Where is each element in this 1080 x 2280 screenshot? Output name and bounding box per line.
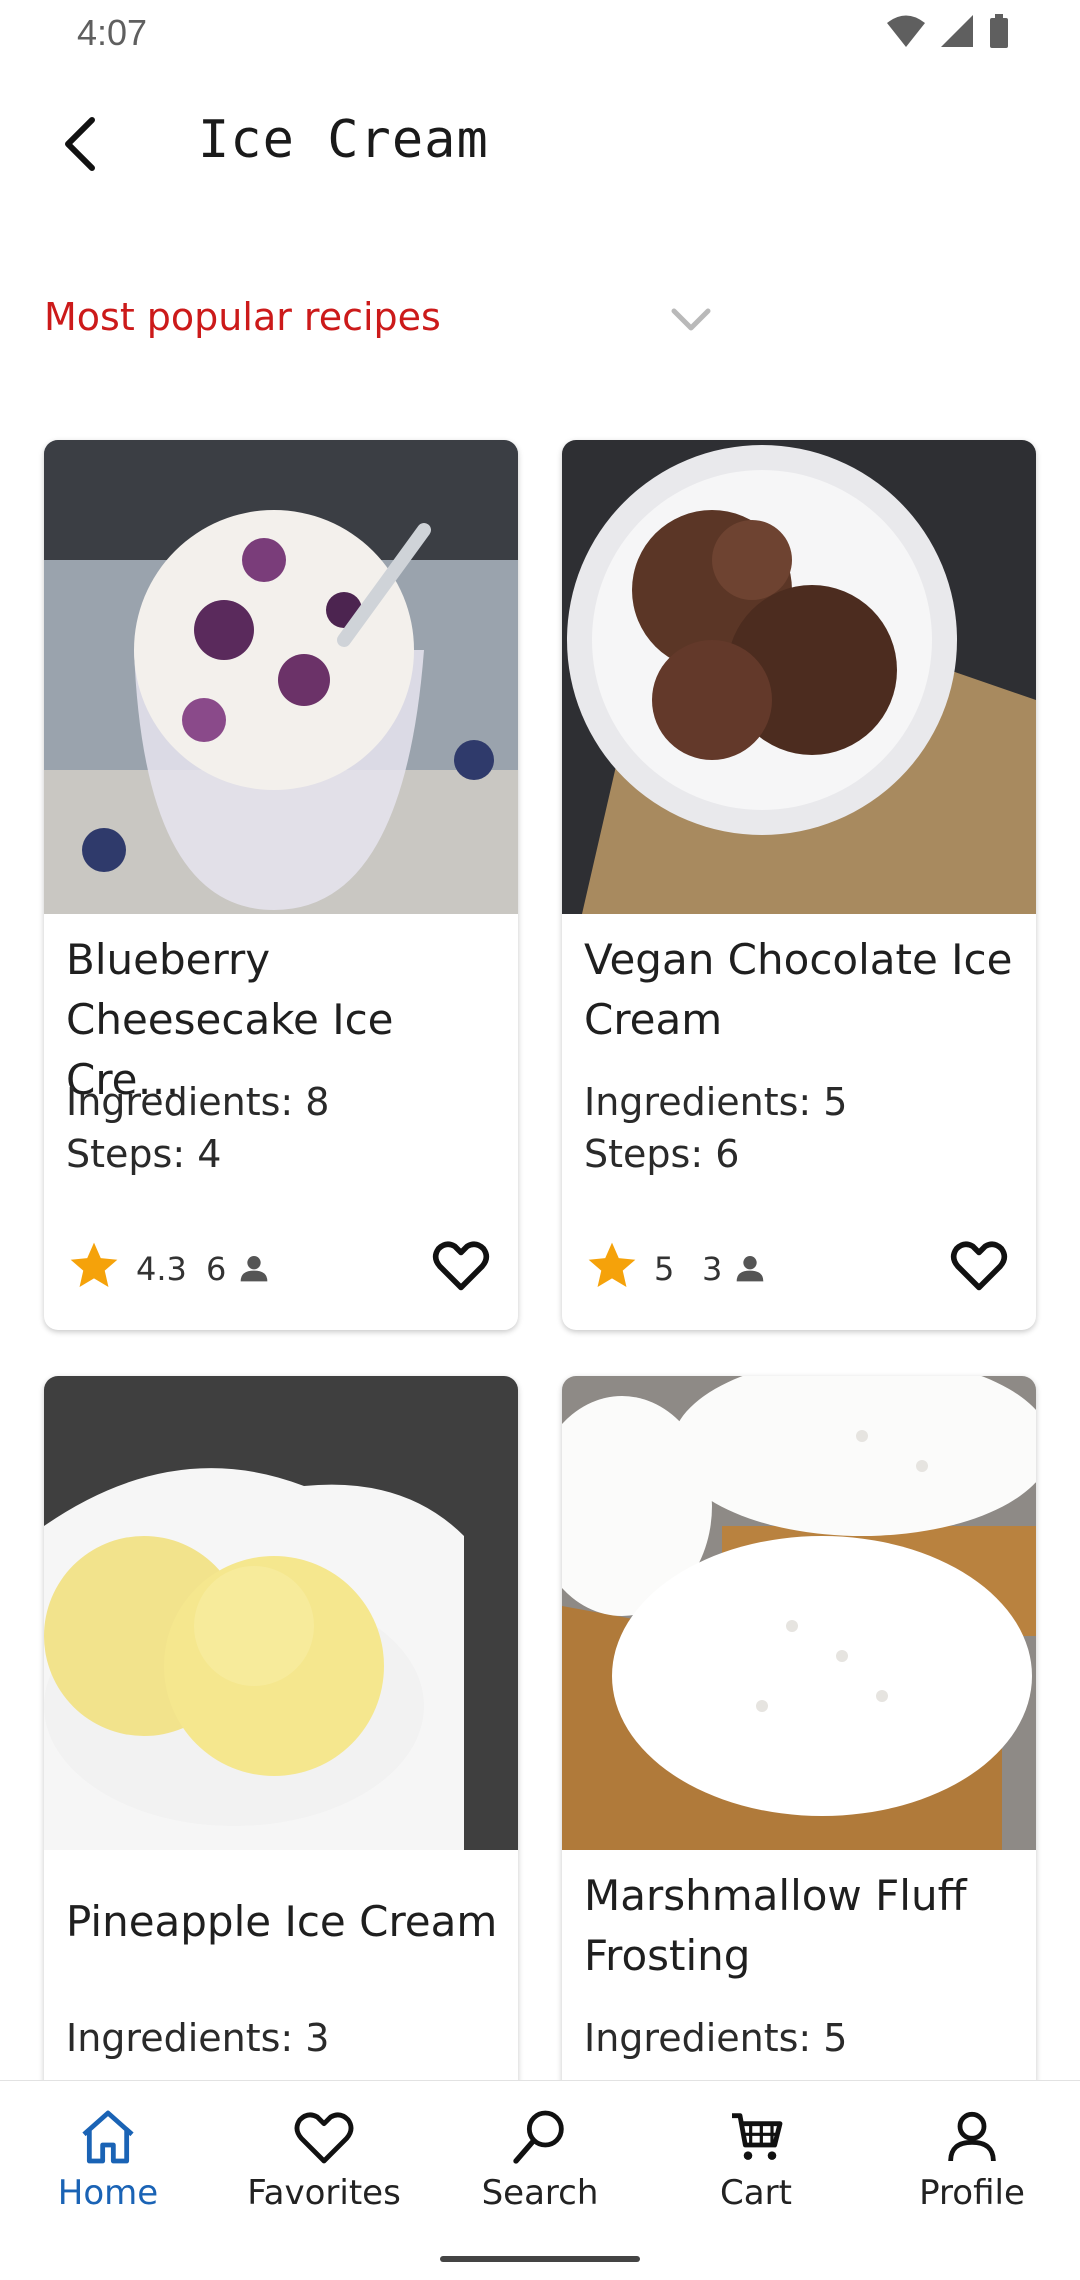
recipe-title: Pineapple Ice Cream bbox=[66, 1897, 498, 1946]
recipe-steps: Steps: 6 bbox=[584, 1132, 740, 1176]
nav-label: Favorites bbox=[247, 2173, 401, 2213]
person-icon bbox=[736, 1256, 764, 1282]
star-icon bbox=[588, 1242, 636, 1287]
recipe-image-marshmallow bbox=[562, 1376, 1036, 1850]
recipe-card[interactable]: Pineapple Ice Cream Ingredients: 3 bbox=[44, 1376, 518, 2116]
nav-home[interactable]: Home bbox=[0, 2105, 216, 2225]
back-button[interactable] bbox=[44, 108, 116, 180]
recipe-card[interactable]: Marshmallow Fluff Frosting Ingredients: … bbox=[562, 1376, 1036, 2116]
arrow-back-icon bbox=[65, 117, 95, 171]
recipe-ingredients: Ingredients: 5 bbox=[584, 2016, 848, 2060]
recipe-card[interactable]: Vegan Chocolate Ice Cream Ingredients: 5… bbox=[562, 440, 1036, 1330]
status-time: 4:07 bbox=[77, 12, 148, 53]
sort-label: Most popular recipes bbox=[44, 295, 441, 339]
chevron-down-icon bbox=[671, 308, 711, 331]
recipe-ingredients: Ingredients: 5 bbox=[584, 1080, 848, 1124]
page-title: Ice Cream bbox=[198, 110, 489, 170]
heart-icon bbox=[294, 2112, 354, 2164]
rating-value: 5 bbox=[654, 1250, 675, 1288]
status-bar: 4:07 bbox=[0, 0, 1080, 70]
star-icon bbox=[70, 1242, 118, 1287]
recipe-image-pineapple bbox=[44, 1376, 518, 1850]
search-icon bbox=[513, 2110, 564, 2164]
cart-icon bbox=[732, 2113, 783, 2160]
favorite-button[interactable] bbox=[426, 1230, 496, 1300]
sort-dropdown[interactable]: Most popular recipes bbox=[44, 285, 724, 355]
recipe-title: Marshmallow Fluff Frosting bbox=[584, 1871, 967, 1980]
nav-search[interactable]: Search bbox=[432, 2105, 648, 2225]
rating-value: 4.3 bbox=[136, 1250, 187, 1288]
home-indicator[interactable] bbox=[440, 2256, 640, 2262]
bottom-navigation: Home Favorites Search Cart Profile bbox=[0, 2080, 1080, 2280]
nav-favorites[interactable]: Favorites bbox=[216, 2105, 432, 2225]
home-icon bbox=[82, 2110, 134, 2164]
status-icons bbox=[886, 14, 1010, 48]
review-count: 6 bbox=[206, 1250, 227, 1288]
recipe-ingredients: Ingredients: 8 bbox=[66, 1080, 330, 1124]
recipe-title: Vegan Chocolate Ice Cream bbox=[584, 935, 1013, 1044]
recipe-image-chocolate bbox=[562, 440, 1036, 914]
heart-icon bbox=[432, 1241, 490, 1291]
nav-cart[interactable]: Cart bbox=[648, 2105, 864, 2225]
nav-label: Home bbox=[57, 2173, 159, 2213]
recipe-image-blueberry bbox=[44, 440, 518, 914]
nav-label: Cart bbox=[720, 2173, 792, 2213]
battery-icon bbox=[990, 14, 1008, 48]
recipe-card[interactable]: Blueberry Cheesecake Ice Cre… Ingredient… bbox=[44, 440, 518, 1330]
review-count: 3 bbox=[702, 1250, 723, 1288]
cellular-signal-icon bbox=[941, 15, 973, 47]
favorite-button[interactable] bbox=[944, 1230, 1014, 1300]
app-bar: Ice Cream bbox=[0, 90, 1080, 200]
nav-profile[interactable]: Profile bbox=[864, 2105, 1080, 2225]
recipe-footer: 4.3 6 bbox=[66, 1230, 496, 1300]
recipe-footer: 5 3 bbox=[584, 1230, 1014, 1300]
heart-icon bbox=[950, 1241, 1008, 1291]
person-icon bbox=[240, 1256, 268, 1282]
recipe-ingredients: Ingredients: 3 bbox=[66, 2016, 330, 2060]
nav-label: Profile bbox=[919, 2173, 1025, 2213]
wifi-icon bbox=[887, 15, 925, 47]
recipe-steps: Steps: 4 bbox=[66, 1132, 222, 1176]
nav-label: Search bbox=[481, 2173, 599, 2213]
person-icon bbox=[948, 2111, 996, 2162]
